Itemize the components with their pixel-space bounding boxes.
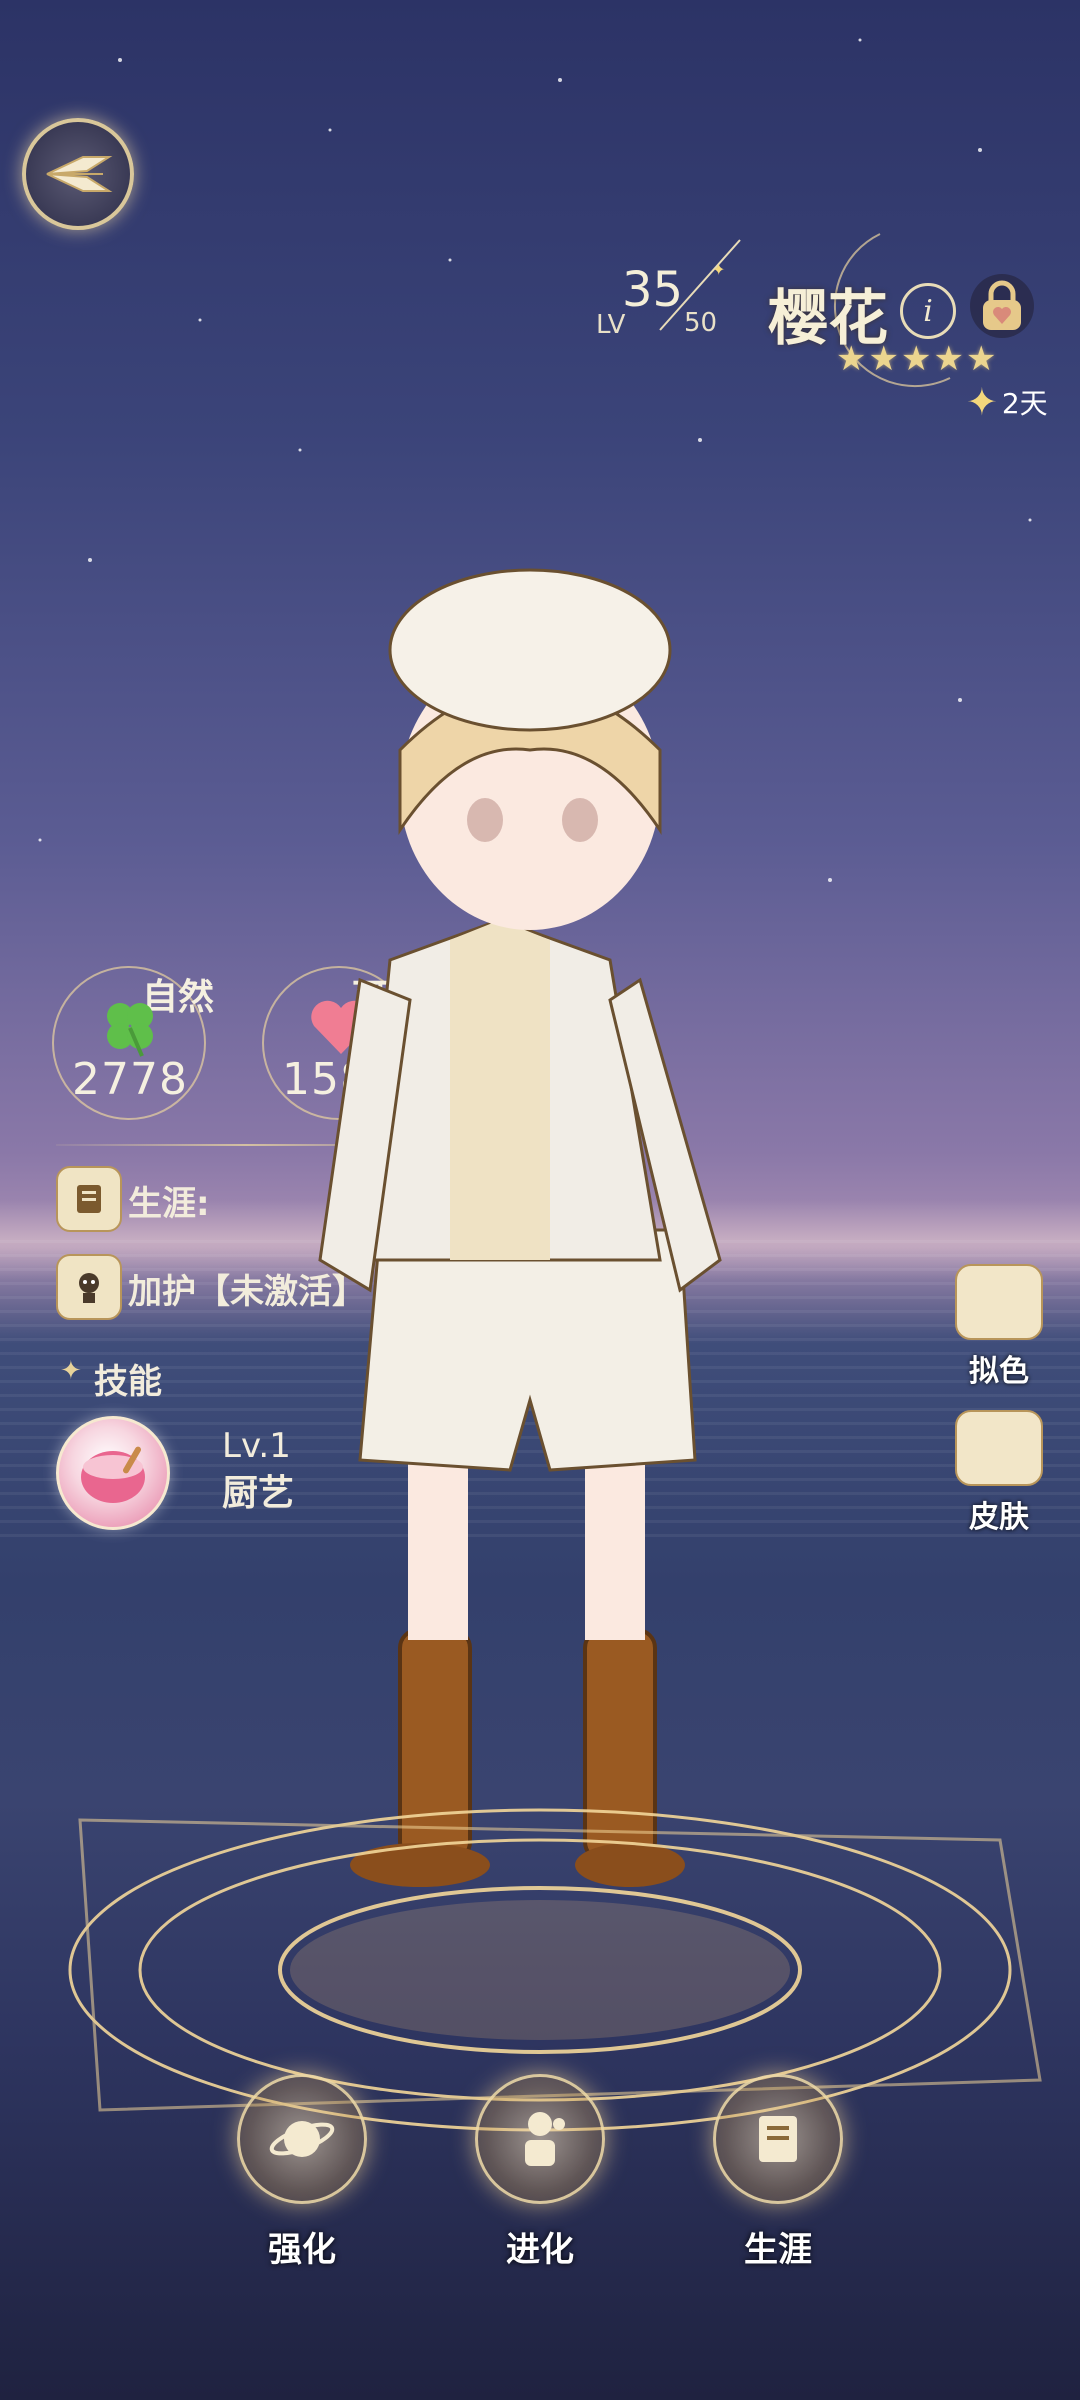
enhance-label: 强化	[268, 2230, 336, 2270]
skin-button[interactable]: 皮肤	[944, 1410, 1054, 1536]
back-button[interactable]	[22, 118, 134, 230]
days-text: 2天	[1001, 387, 1048, 420]
skin-label: 皮肤	[969, 1500, 1029, 1535]
recolor-button[interactable]: 拟色	[944, 1264, 1054, 1390]
evolve-icon	[475, 2074, 605, 2204]
svg-text:✦: ✦	[712, 260, 725, 279]
evolve-button[interactable]: 进化	[470, 2074, 610, 2271]
career-button-label: 生涯	[744, 2230, 812, 2270]
character-illustration	[318, 568, 722, 1887]
level-prefix: LV	[596, 310, 626, 340]
career-book-icon	[713, 2074, 843, 2204]
stat-value: 2778	[72, 1054, 188, 1105]
career-icon	[56, 1166, 122, 1232]
info-button[interactable]: i	[900, 283, 956, 339]
lock-heart-icon	[983, 280, 1021, 330]
info-icon: i	[923, 293, 933, 329]
skills-title: 技能	[94, 1362, 162, 1402]
career-button[interactable]: 生涯	[708, 2074, 848, 2271]
rarity-stars: ★ ★ ★ ★ ★	[836, 342, 996, 376]
star-icon: ★	[965, 339, 997, 379]
recolor-label: 拟色	[969, 1354, 1029, 1389]
protection-icon	[56, 1254, 122, 1320]
sparkle-icon: ✦	[60, 1356, 82, 1386]
planet-icon	[237, 2074, 367, 2204]
star-icon: ★	[868, 339, 899, 379]
lock-button[interactable]	[970, 274, 1034, 338]
star-icon: ★	[933, 339, 964, 379]
enhance-button[interactable]: 强化	[232, 2074, 372, 2271]
skill-name: 厨艺	[222, 1473, 295, 1514]
level-max: 50	[684, 308, 718, 338]
shirt-icon	[955, 1410, 1043, 1486]
cooking-icon[interactable]	[56, 1416, 170, 1530]
sparkle-icon: ✦	[966, 380, 998, 424]
days-badge: ✦ 2天	[966, 380, 1048, 424]
star-icon: ★	[900, 339, 932, 379]
career-label: 生涯:	[128, 1184, 210, 1224]
evolve-label: 进化	[506, 2230, 574, 2270]
palette-icon	[955, 1264, 1043, 1340]
wing-back-icon	[46, 156, 113, 192]
star-icon: ★	[836, 339, 867, 379]
skill-level: Lv.1	[222, 1426, 291, 1466]
clover-icon	[107, 1003, 153, 1057]
